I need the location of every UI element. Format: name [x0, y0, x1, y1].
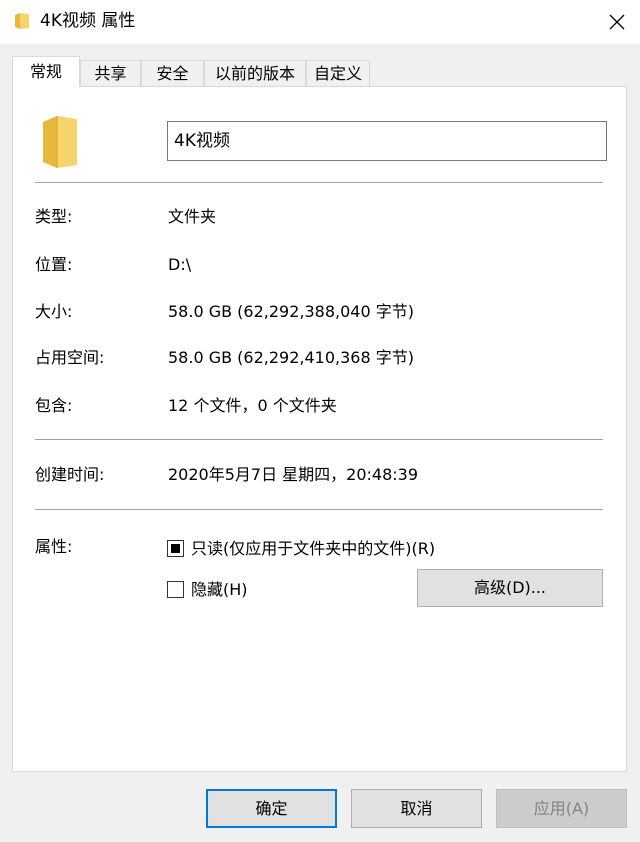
folder-name-input[interactable]: 4K视频 — [167, 121, 607, 161]
attributes-label: 属性: — [35, 537, 73, 556]
hidden-checkbox-box[interactable] — [167, 581, 184, 598]
close-button[interactable] — [594, 0, 640, 44]
created-label: 创建时间: — [35, 465, 105, 484]
tab-previous-versions[interactable]: 以前的版本 — [204, 60, 306, 86]
created-value: 2020年5月7日 星期四，20:48:39 — [168, 465, 419, 484]
divider — [35, 509, 603, 510]
apply-button[interactable]: 应用(A) — [496, 789, 627, 828]
divider — [35, 182, 603, 183]
tab-bar: 常规 共享 安全 以前的版本 自定义 — [0, 56, 640, 87]
tab-general[interactable]: 常规 — [12, 56, 80, 87]
general-panel: 4K视频 类型: 文件夹 位置: D:\ 大小: 58.0 GB (62,292… — [12, 86, 627, 772]
readonly-checkbox-label: 只读(仅应用于文件夹中的文件)(R) — [191, 539, 436, 558]
size-label: 大小: — [35, 302, 73, 321]
title-bar: 4K视频 属性 — [0, 0, 640, 44]
contains-value: 12 个文件，0 个文件夹 — [168, 396, 337, 415]
size-value: 58.0 GB (62,292,388,040 字节) — [168, 302, 414, 321]
location-value: D:\ — [168, 255, 192, 274]
size-on-disk-value: 58.0 GB (62,292,410,368 字节) — [168, 348, 414, 367]
type-value: 文件夹 — [168, 207, 217, 226]
hidden-checkbox-label: 隐藏(H) — [191, 580, 248, 599]
ok-button[interactable]: 确定 — [206, 789, 337, 828]
folder-icon — [15, 13, 29, 29]
advanced-button[interactable]: 高级(D)... — [417, 569, 603, 607]
location-label: 位置: — [35, 255, 73, 274]
divider — [35, 439, 603, 440]
tab-sharing[interactable]: 共享 — [80, 60, 141, 86]
readonly-checkbox-box[interactable] — [167, 540, 184, 557]
tab-security[interactable]: 安全 — [141, 60, 204, 86]
size-on-disk-label: 占用空间: — [35, 348, 105, 367]
tab-customize[interactable]: 自定义 — [306, 60, 370, 86]
contains-label: 包含: — [35, 396, 73, 415]
window-title: 4K视频 属性 — [40, 11, 136, 31]
close-icon — [609, 14, 625, 30]
type-label: 类型: — [35, 207, 73, 226]
folder-icon — [43, 116, 77, 168]
cancel-button[interactable]: 取消 — [351, 789, 482, 828]
